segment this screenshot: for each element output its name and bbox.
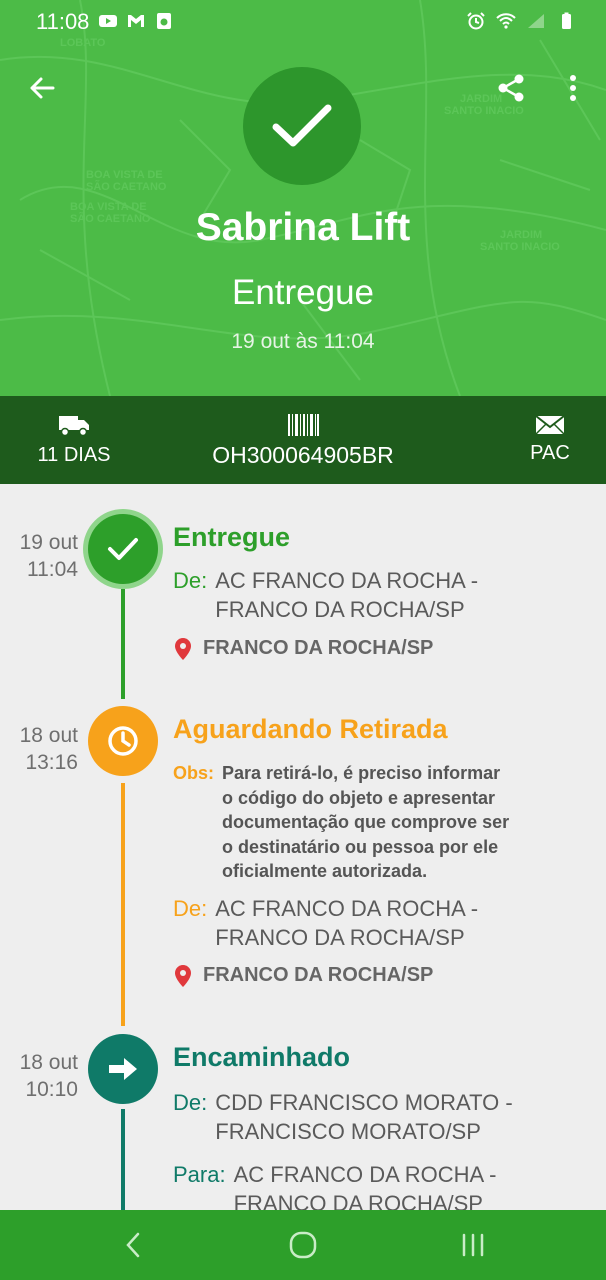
obs-line: oficialmente autorizada. — [222, 861, 428, 881]
event-time: 13:16 — [25, 751, 78, 774]
event-time: 11:04 — [27, 558, 78, 581]
from-value: AC FRANCO DA ROCHA - FRANCO DA ROCHA/SP — [215, 894, 478, 952]
event-status-circle — [88, 706, 158, 776]
event-date: 18 out — [19, 724, 78, 747]
system-status-bar: 11:08 — [0, 0, 606, 44]
service-type: PAC — [525, 414, 575, 465]
from-label: De: — [173, 1090, 208, 1115]
event-status-circle — [88, 1034, 158, 1104]
share-icon — [498, 74, 524, 102]
timeline-connector — [121, 783, 125, 1026]
event-datetime: 18 out 10:10 — [0, 1049, 78, 1103]
obs-value: Para retirá-lo, é preciso informar o cód… — [222, 761, 509, 884]
arrow-right-icon — [109, 1058, 137, 1080]
location-label: FRANCO DA ROCHA/SP — [203, 637, 434, 659]
from-line-1: AC FRANCO DA ROCHA - — [215, 568, 479, 593]
timeline-connector — [121, 1109, 125, 1210]
recipient-name: Sabrina Lift — [195, 206, 411, 249]
app-notification-icon — [157, 13, 171, 29]
truck-icon — [59, 416, 89, 437]
status-time: 11:08 — [36, 9, 90, 34]
youtube-icon — [99, 15, 117, 27]
tracking-code[interactable]: OH300064905BR — [200, 414, 406, 469]
event-datetime: 18 out 13:16 — [0, 722, 78, 776]
from-label: De: — [173, 896, 208, 921]
alarm-icon — [467, 12, 485, 30]
from-line-1: AC FRANCO DA ROCHA - — [215, 896, 479, 921]
event-to: Para: AC FRANCO DA ROCHA - FRANCO DA ROC… — [173, 1160, 496, 1210]
service-label: PAC — [530, 442, 570, 464]
from-value: AC FRANCO DA ROCHA - FRANCO DA ROCHA/SP — [215, 566, 478, 624]
clock-icon — [108, 726, 138, 756]
event-title: Aguardando Retirada — [173, 714, 448, 744]
event-observation: Obs: Para retirá-lo, é preciso informar … — [173, 761, 509, 884]
share-button[interactable] — [489, 66, 533, 110]
nav-recents-button[interactable] — [453, 1225, 493, 1265]
event-status-circle — [88, 514, 158, 584]
from-line-2: FRANCO DA ROCHA/SP — [215, 925, 465, 950]
event-datetime: 19 out 11:04 — [0, 529, 78, 583]
event-location: FRANCO DA ROCHA/SP — [175, 637, 433, 660]
event-from: De: AC FRANCO DA ROCHA - FRANCO DA ROCHA… — [173, 894, 478, 952]
event-from: De: AC FRANCO DA ROCHA - FRANCO DA ROCHA… — [173, 566, 478, 624]
recents-icon — [462, 1233, 484, 1257]
package-status: Entregue — [231, 273, 375, 312]
event-date: 19 out — [19, 531, 78, 554]
check-icon — [108, 538, 138, 560]
nav-home-button[interactable] — [283, 1225, 323, 1265]
from-label: De: — [173, 568, 208, 593]
from-line-2: FRANCISCO MORATO/SP — [215, 1119, 481, 1144]
event-location: FRANCO DA ROCHA/SP — [175, 964, 433, 987]
home-circle-icon — [289, 1231, 317, 1259]
package-info-bar: 11 DIAS OH300064905BR PAC — [0, 396, 606, 484]
obs-line: documentação que comprove ser — [222, 812, 510, 832]
signal-icon — [528, 14, 544, 28]
event-title: Encaminhado — [173, 1042, 351, 1072]
days-label: 11 DIAS — [37, 444, 111, 466]
to-label: Para: — [173, 1162, 226, 1187]
to-line-2: FRANCO DA ROCHA/SP — [233, 1191, 483, 1210]
obs-line: o destinatário ou pessoa por ele — [222, 836, 499, 857]
event-title: Entregue — [173, 522, 291, 552]
more-vert-icon — [570, 75, 576, 101]
from-line-2: FRANCO DA ROCHA/SP — [215, 597, 465, 622]
mail-icon — [535, 415, 565, 435]
location-pin-icon — [175, 637, 191, 660]
obs-line: o código do objeto e apresentar — [222, 787, 496, 808]
to-value: AC FRANCO DA ROCHA - FRANCO DA ROCHA/SP — [234, 1160, 497, 1210]
system-navigation-bar — [0, 1210, 606, 1280]
event-time: 10:10 — [25, 1078, 78, 1101]
wifi-icon — [496, 13, 516, 29]
location-pin-icon — [175, 964, 191, 987]
more-options-button[interactable] — [551, 66, 595, 110]
chevron-left-icon — [126, 1232, 140, 1258]
event-date: 18 out — [19, 1051, 78, 1074]
svg-text:BOA VISTA DE: BOA VISTA DE — [86, 169, 163, 181]
tracking-timeline[interactable]: 19 out 11:04 Entregue De: AC FRANCO DA R… — [0, 484, 606, 1210]
location-label: FRANCO DA ROCHA/SP — [203, 964, 434, 986]
arrow-left-icon — [30, 77, 55, 99]
battery-icon — [562, 12, 571, 29]
check-icon — [272, 104, 332, 147]
nav-back-button[interactable] — [113, 1225, 153, 1265]
barcode-icon — [288, 414, 319, 436]
tracking-code-label: OH300064905BR — [212, 442, 394, 468]
svg-text:SÃO CAETANO: SÃO CAETANO — [86, 180, 167, 193]
gmail-icon — [128, 15, 144, 27]
timeline-connector — [121, 589, 125, 699]
from-line-1: CDD FRANCISCO MORATO - — [215, 1090, 513, 1115]
obs-label: Obs: — [173, 763, 215, 783]
from-value: CDD FRANCISCO MORATO - FRANCISCO MORATO/… — [215, 1088, 512, 1146]
back-button[interactable] — [20, 66, 64, 110]
delivered-status-badge — [243, 67, 361, 185]
obs-line: Para retirá-lo, é preciso informar — [222, 763, 501, 783]
event-from: De: CDD FRANCISCO MORATO - FRANCISCO MOR… — [173, 1088, 513, 1146]
to-line-1: AC FRANCO DA ROCHA - — [233, 1162, 497, 1187]
status-date: 19 out às 11:04 — [231, 330, 375, 353]
tracking-header: LOBATO BOA VISTA DE SÃO CAETANO BOA VIST… — [0, 0, 606, 396]
delivery-days: 11 DIAS — [36, 414, 112, 467]
